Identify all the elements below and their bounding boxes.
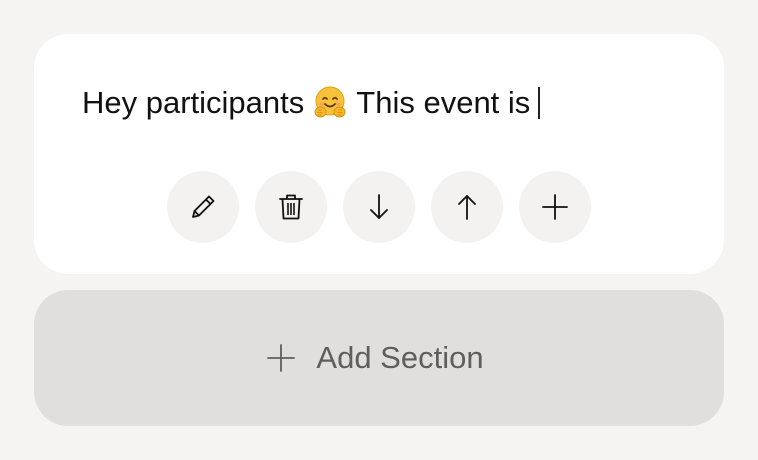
delete-button[interactable] xyxy=(255,171,327,243)
pencil-icon xyxy=(192,195,215,218)
add-section-content: Add Section xyxy=(266,340,484,376)
section-card: Hey participants This event is xyxy=(34,34,724,274)
text-caret xyxy=(538,87,541,119)
add-section-button[interactable]: Add Section xyxy=(34,290,724,426)
arrow-down-icon xyxy=(370,194,388,219)
editor-text-before-emoji: Hey participants xyxy=(82,85,305,120)
move-down-button[interactable] xyxy=(343,171,415,243)
add-section-label: Add Section xyxy=(316,340,484,375)
plus-icon xyxy=(266,343,296,373)
editor-text-after-emoji: This event is xyxy=(356,85,531,120)
section-text-editor[interactable]: Hey participants This event is xyxy=(82,84,541,122)
trash-icon xyxy=(279,194,303,220)
hugging-face-emoji-icon xyxy=(313,86,347,120)
edit-button[interactable] xyxy=(167,171,239,243)
arrow-up-icon xyxy=(458,195,476,220)
move-up-button[interactable] xyxy=(431,171,503,243)
add-button[interactable] xyxy=(519,171,591,243)
section-toolbar xyxy=(167,171,591,243)
plus-icon xyxy=(542,194,568,220)
